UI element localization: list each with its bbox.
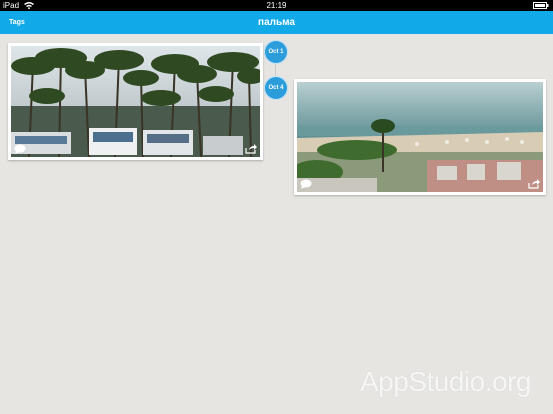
palm-street-photo xyxy=(11,46,260,157)
comment-icon[interactable] xyxy=(14,144,26,154)
photo-card-oct-4[interactable] xyxy=(294,79,546,195)
date-bubble-oct-1[interactable]: Oct 1 xyxy=(264,40,288,64)
date-bubble-oct-4[interactable]: Oct 4 xyxy=(264,76,288,100)
battery-icon xyxy=(533,2,549,9)
beach-photo xyxy=(297,82,543,192)
page-title: пальма xyxy=(258,17,295,28)
nav-bar: Tags пальма xyxy=(0,11,553,34)
clock: 21:19 xyxy=(266,1,287,10)
photo-card-oct-1[interactable] xyxy=(8,43,263,160)
watermark-logo: AppStudio.org xyxy=(360,366,531,397)
share-icon[interactable] xyxy=(528,179,540,189)
comment-icon[interactable] xyxy=(300,179,312,189)
status-bar: iPad 21:19 xyxy=(0,0,553,11)
share-icon[interactable] xyxy=(245,144,257,154)
